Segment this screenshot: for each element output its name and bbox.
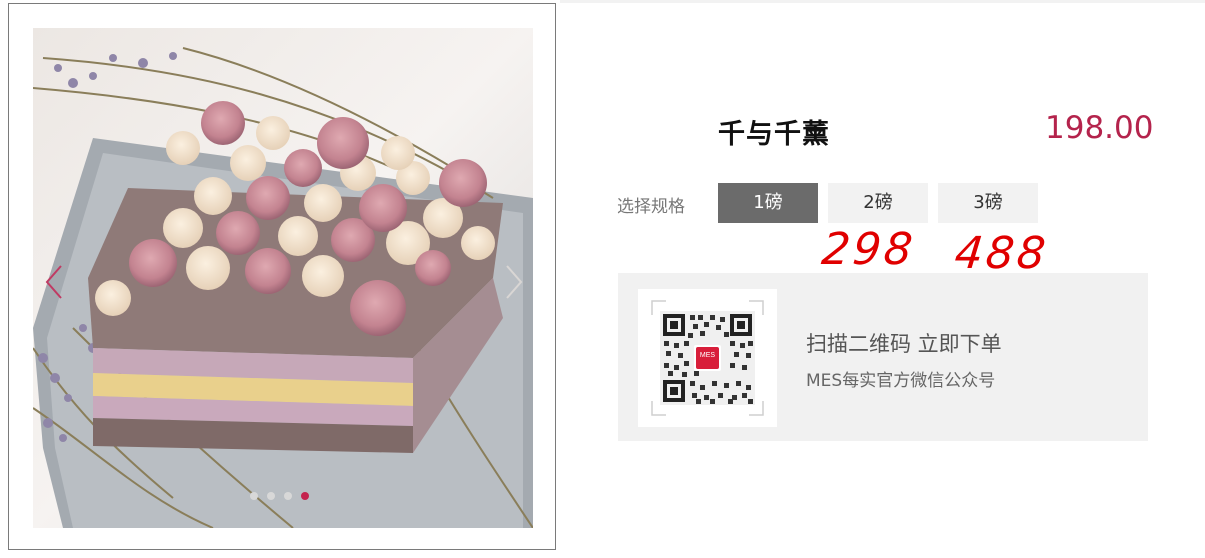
qr-code-card: MES xyxy=(638,289,777,427)
chevron-right-icon xyxy=(506,265,523,299)
spec-option-3lb[interactable]: 3磅 xyxy=(938,183,1038,223)
gallery-dot-4[interactable] xyxy=(301,492,309,500)
spec-option-2lb[interactable]: 2磅 xyxy=(828,183,928,223)
gallery-prev-button[interactable] xyxy=(39,262,69,302)
qr-subtitle: MES每实官方微信公众号 xyxy=(806,371,996,391)
spec-label: 选择规格 xyxy=(617,197,685,217)
qr-panel: MES 扫描二维码 立即下单 MES每实官方微信公众号 xyxy=(618,273,1148,441)
gallery-dot-1[interactable] xyxy=(250,492,258,500)
gallery-dot-2[interactable] xyxy=(267,492,275,500)
cake-photo-image xyxy=(33,28,533,528)
product-gallery xyxy=(8,3,556,550)
product-photo xyxy=(33,28,533,528)
handwritten-price-2lb: 298 xyxy=(819,224,918,275)
qr-logo-text: MES xyxy=(699,352,716,359)
top-divider xyxy=(560,0,1205,3)
handwritten-price-3lb: 488 xyxy=(952,228,1051,279)
qr-title: 扫描二维码 立即下单 xyxy=(806,332,1002,356)
gallery-pagination xyxy=(250,492,309,500)
product-title: 千与千薰 xyxy=(718,119,830,150)
chevron-left-icon xyxy=(45,265,62,299)
gallery-next-button[interactable] xyxy=(499,262,529,302)
spec-options: 1磅 2磅 3磅 xyxy=(718,183,1038,223)
gallery-dot-3[interactable] xyxy=(284,492,292,500)
spec-option-1lb[interactable]: 1磅 xyxy=(718,183,818,223)
product-price: 198.00 xyxy=(1045,110,1154,146)
